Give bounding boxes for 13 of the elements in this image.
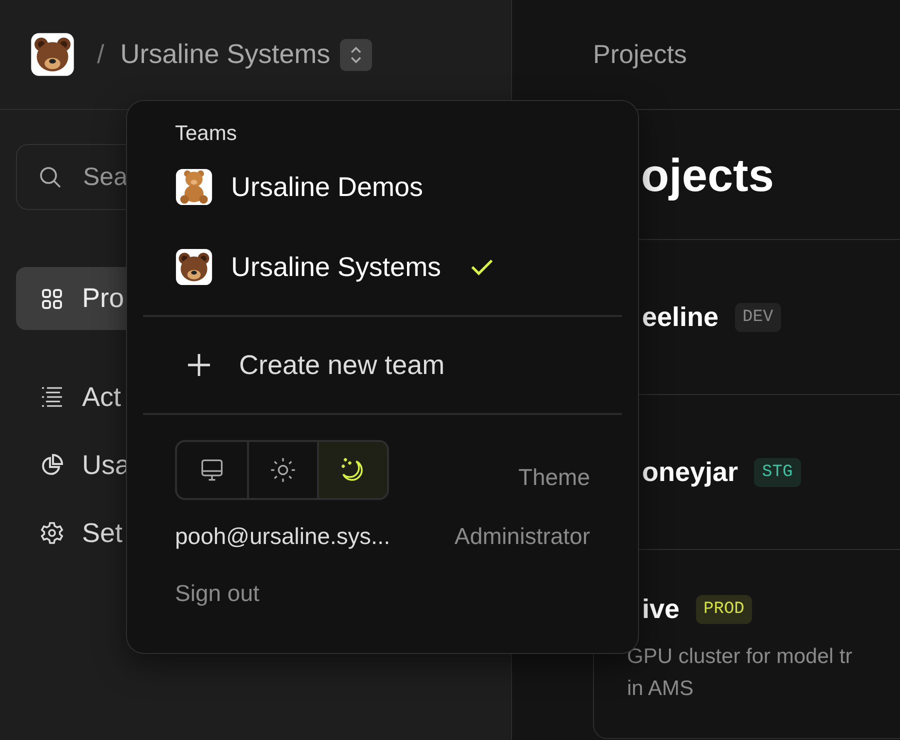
- theme-label: Theme: [518, 464, 590, 490]
- environment-tag: STG: [754, 458, 801, 486]
- account-role: Administrator: [454, 523, 590, 550]
- environment-tag: PROD: [696, 595, 752, 624]
- environment-tag: DEV: [734, 302, 782, 332]
- project-description: in AMS: [627, 676, 695, 702]
- team-name: Ursaline Systems: [120, 39, 330, 70]
- breadcrumb: Projects: [593, 39, 687, 70]
- breadcrumb-separator: /: [97, 39, 104, 70]
- project-description: GPU cluster for model tr: [627, 644, 854, 670]
- page-heading: ojects: [641, 148, 774, 202]
- account-email: pooh@ursaline.sys...: [175, 523, 390, 550]
- menu-heading: Teams: [175, 121, 238, 147]
